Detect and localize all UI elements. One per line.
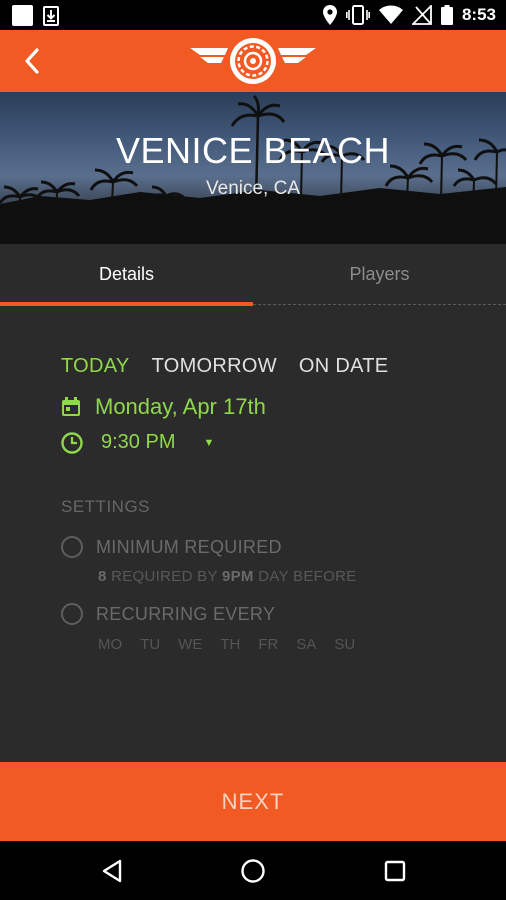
- minimum-required-label: MINIMUM REQUIRED: [96, 536, 282, 557]
- minimum-required-option[interactable]: MINIMUM REQUIRED: [61, 536, 282, 558]
- status-clock: 8:53: [461, 5, 496, 24]
- recurring-radio[interactable]: [61, 603, 83, 625]
- clock-icon: [61, 431, 83, 454]
- status-bar: 8:53: [0, 0, 506, 30]
- minimum-required-radio[interactable]: [61, 536, 83, 558]
- minimum-req-text: REQUIRED BY: [106, 568, 222, 585]
- selected-date: Monday, Apr 17th: [95, 394, 266, 419]
- day-su[interactable]: SU: [334, 636, 355, 653]
- day-option-today[interactable]: TODAY: [61, 355, 130, 378]
- day-sa[interactable]: SA: [296, 636, 316, 653]
- day-th[interactable]: TH: [220, 636, 240, 653]
- wifi-icon: [378, 5, 403, 24]
- minimum-deadline-time[interactable]: 9PM: [222, 568, 254, 585]
- time-picker[interactable]: 9:30 PM ▼: [61, 431, 214, 454]
- location-title: VENICE BEACH: [115, 130, 391, 171]
- tab-players[interactable]: Players: [253, 244, 506, 304]
- day-fr[interactable]: FR: [258, 636, 278, 653]
- nav-back-button[interactable]: [96, 855, 128, 887]
- system-nav-bar: [0, 841, 506, 900]
- day-option-on-date[interactable]: ON DATE: [299, 355, 389, 378]
- day-option-tomorrow[interactable]: TOMORROW: [152, 355, 277, 378]
- no-signal-icon: [411, 5, 432, 25]
- minimum-required-detail: 8 REQUIRED BY 9PM DAY BEFORE: [98, 568, 357, 585]
- day-mo[interactable]: MO: [98, 636, 122, 653]
- minimum-count[interactable]: 8: [98, 568, 107, 585]
- back-button[interactable]: [16, 44, 48, 78]
- tab-bar: Details Players: [0, 244, 506, 307]
- location-icon: [322, 5, 337, 25]
- hero-banner: VENICE BEACH Venice, CA: [0, 92, 506, 244]
- location-subtitle: Venice, CA: [206, 178, 300, 199]
- vibrate-icon: [345, 5, 370, 25]
- recurring-option[interactable]: RECURRING EVERY: [61, 603, 275, 625]
- day-tu[interactable]: TU: [140, 636, 160, 653]
- app-bar: [0, 30, 506, 92]
- recurring-days: MO TU WE TH FR SA SU: [98, 636, 355, 653]
- settings-heading: SETTINGS: [61, 497, 151, 516]
- selected-time: 9:30 PM: [101, 431, 176, 453]
- next-button[interactable]: NEXT: [0, 762, 506, 841]
- nav-home-button[interactable]: [237, 855, 269, 887]
- battery-icon: [440, 5, 453, 25]
- details-panel: TODAY TOMORROW ON DATE Monday, Apr 17th …: [0, 307, 506, 762]
- dropdown-arrow-icon: ▼: [203, 436, 215, 449]
- download-icon: [43, 5, 59, 26]
- tab-indicator: [0, 302, 253, 306]
- day-selector: TODAY TOMORROW ON DATE: [61, 355, 388, 378]
- chevron-left-icon: [25, 48, 39, 74]
- wheel-wings-logo: [190, 38, 316, 84]
- nav-recents-button[interactable]: [379, 855, 411, 887]
- minimum-suffix: DAY BEFORE: [253, 568, 357, 585]
- day-we[interactable]: WE: [178, 636, 202, 653]
- circle-home-icon: [241, 859, 265, 883]
- notification-square-icon: [12, 5, 33, 26]
- triangle-back-icon: [102, 859, 122, 883]
- calendar-icon: [62, 397, 80, 416]
- square-recents-icon: [384, 860, 406, 882]
- recurring-label: RECURRING EVERY: [96, 603, 276, 624]
- tab-divider: [253, 304, 506, 305]
- tab-details[interactable]: Details: [0, 244, 253, 304]
- date-picker[interactable]: Monday, Apr 17th: [61, 394, 266, 420]
